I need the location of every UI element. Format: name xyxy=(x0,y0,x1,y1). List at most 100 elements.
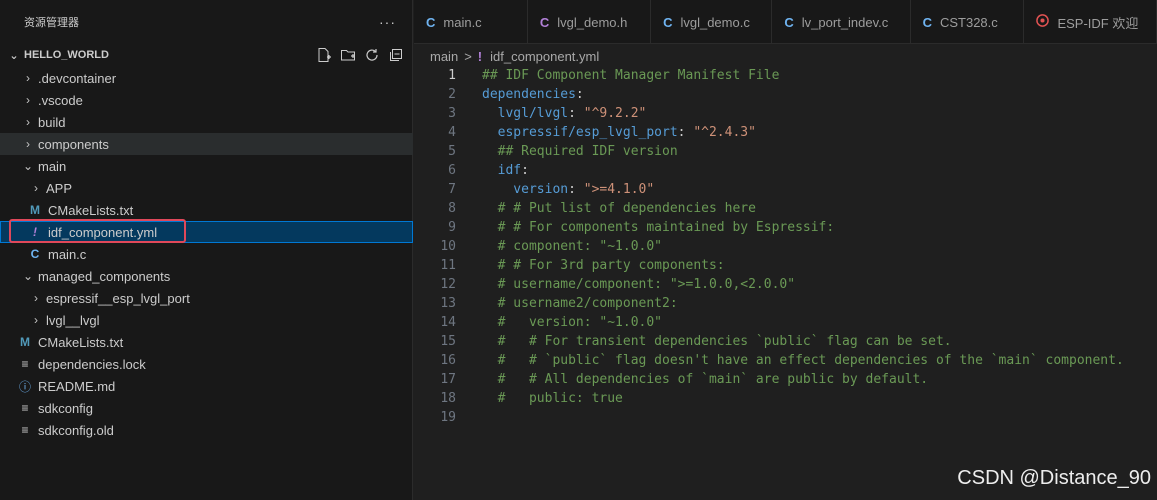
more-actions-icon[interactable]: ··· xyxy=(379,14,396,30)
c-file-icon: C xyxy=(922,14,932,30)
collapse-all-icon[interactable] xyxy=(387,46,405,64)
code-line: 3 lvgl/lvgl: "^9.2.2" xyxy=(414,104,1157,123)
code-text: # version: "~1.0.0" xyxy=(482,315,663,330)
tab-esp-idf-welcome[interactable]: ESP-IDF 欢迎 xyxy=(1024,0,1157,43)
code-line: 16 # # `public` flag doesn't have an eff… xyxy=(414,351,1157,370)
line-number: 18 xyxy=(440,391,456,406)
tab-label: CST328.c xyxy=(939,14,998,30)
line-number: 1 xyxy=(448,68,456,83)
chevron-right-icon: › xyxy=(26,137,30,151)
tree-item-components[interactable]: › components xyxy=(0,133,413,155)
chevron-right-icon: › xyxy=(26,115,30,129)
c-header-icon: C xyxy=(539,14,550,30)
line-number: 6 xyxy=(448,163,456,178)
tab-main-c[interactable]: C main.c xyxy=(414,0,528,43)
tree-item-label: .devcontainer xyxy=(38,70,117,86)
tree-item-build[interactable]: › build xyxy=(0,111,413,133)
tree-item-root-cmakelists[interactable]: M CMakeLists.txt xyxy=(0,331,413,353)
csdn-watermark: CSDN @Distance_90 xyxy=(957,467,1151,489)
code-text: espressif/esp_lvgl_port: "^2.4.3" xyxy=(482,125,756,140)
tree-item-managed-components[interactable]: ⌄ managed_components xyxy=(0,265,413,287)
tree-item-lvgl[interactable]: › lvgl__lvgl xyxy=(0,309,413,331)
tab-label: lv_port_indev.c xyxy=(801,14,889,30)
chevron-right-icon: › xyxy=(34,181,38,195)
chevron-right-icon: › xyxy=(34,291,38,305)
code-line: 10 # component: "~1.0.0" xyxy=(414,237,1157,256)
tree-item-app[interactable]: › APP xyxy=(0,177,413,199)
tree-item-label: idf_component.yml xyxy=(48,224,158,240)
tree-item-readme[interactable]: ⓘ README.md xyxy=(0,375,413,397)
new-file-icon[interactable] xyxy=(315,46,333,64)
tree-item-sdkconfig-old[interactable]: ≡ sdkconfig.old xyxy=(0,419,413,441)
line-number: 3 xyxy=(448,106,456,121)
tree-item-main[interactable]: ⌄ main xyxy=(0,155,413,177)
line-number: 9 xyxy=(448,220,456,235)
refresh-icon[interactable] xyxy=(363,46,381,64)
text-file-icon: ≡ xyxy=(21,357,29,371)
yaml-file-icon: ! xyxy=(33,225,37,239)
chevron-down-icon: ⌄ xyxy=(9,49,19,62)
tree-item-devcontainer[interactable]: › .devcontainer xyxy=(0,67,413,89)
breadcrumb-separator: > xyxy=(464,48,472,64)
code-text: # # For transient dependencies `public` … xyxy=(482,334,952,349)
tree-item-label: build xyxy=(38,114,66,130)
code-text: # # Put list of dependencies here xyxy=(482,201,756,216)
workspace-name: HELLO_WORLD xyxy=(24,49,109,61)
tree-item-idf-component-yml[interactable]: ! idf_component.yml xyxy=(0,221,413,243)
tree-item-esp-lvgl-port[interactable]: › espressif__esp_lvgl_port xyxy=(0,287,413,309)
code-line: 11 # # For 3rd party components: xyxy=(414,256,1157,275)
tree-item-label: CMakeLists.txt xyxy=(38,334,124,350)
tab-lvgl-demo-c[interactable]: C lvgl_demo.c xyxy=(651,0,773,43)
line-number: 11 xyxy=(440,258,456,273)
breadcrumb: main > ! idf_component.yml xyxy=(414,44,1157,68)
text-file-icon: ≡ xyxy=(21,423,29,437)
code-text: # # For 3rd party components: xyxy=(482,258,725,273)
tree-item-label: sdkconfig.old xyxy=(38,422,114,438)
code-line: 14 # version: "~1.0.0" xyxy=(414,313,1157,332)
tab-cst328-c[interactable]: C CST328.c xyxy=(911,0,1025,43)
code-text: ## Required IDF version xyxy=(482,144,678,159)
tree-item-dependencies-lock[interactable]: ≡ dependencies.lock xyxy=(0,353,413,375)
code-line: 1 ## IDF Component Manager Manifest File xyxy=(414,66,1157,85)
workspace-section-header[interactable]: ⌄ HELLO_WORLD xyxy=(0,44,413,66)
new-folder-icon[interactable] xyxy=(339,46,357,64)
code-line: 7 version: ">=4.1.0" xyxy=(414,180,1157,199)
breadcrumb-folder[interactable]: main xyxy=(430,49,458,64)
code-text: # username/component: ">=1.0.0,<2.0.0" xyxy=(482,277,796,292)
cmake-file-icon: M xyxy=(20,335,30,349)
tree-item-sdkconfig[interactable]: ≡ sdkconfig xyxy=(0,397,413,419)
code-text: # # All dependencies of `main` are publi… xyxy=(482,372,929,387)
line-number: 7 xyxy=(448,182,456,197)
tab-lvgl-demo-h[interactable]: C lvgl_demo.h xyxy=(528,0,652,43)
code-text: version: ">=4.1.0" xyxy=(482,182,655,197)
chevron-right-icon: › xyxy=(26,93,30,107)
line-number: 16 xyxy=(440,353,456,368)
info-icon: ⓘ xyxy=(18,379,31,394)
c-file-icon: C xyxy=(663,14,673,30)
tree-item-label: espressif__esp_lvgl_port xyxy=(46,290,190,306)
tree-item-label: managed_components xyxy=(38,268,171,284)
tree-item-label: dependencies.lock xyxy=(38,356,146,372)
tree-item-vscode[interactable]: › .vscode xyxy=(0,89,413,111)
line-number: 5 xyxy=(448,144,456,159)
code-editor[interactable]: 1 ## IDF Component Manager Manifest File … xyxy=(414,66,1157,427)
code-line: 15 # # For transient dependencies `publi… xyxy=(414,332,1157,351)
tree-item-label: CMakeLists.txt xyxy=(48,202,134,218)
line-number: 19 xyxy=(440,410,456,425)
cmake-file-icon: M xyxy=(30,203,40,217)
tab-label: ESP-IDF 欢迎 xyxy=(1057,15,1139,31)
text-file-icon: ≡ xyxy=(21,401,29,415)
code-line: 12 # username/component: ">=1.0.0,<2.0.0… xyxy=(414,275,1157,294)
code-text: lvgl/lvgl: "^9.2.2" xyxy=(482,106,647,121)
tree-item-main-c[interactable]: C main.c xyxy=(0,243,413,265)
line-number: 12 xyxy=(440,277,456,292)
tree-item-label: main xyxy=(38,158,67,174)
tree-item-main-cmakelists[interactable]: M CMakeLists.txt xyxy=(0,199,413,221)
chevron-down-icon: ⌄ xyxy=(22,269,34,283)
breadcrumb-file[interactable]: idf_component.yml xyxy=(490,49,599,64)
line-number: 17 xyxy=(440,372,456,387)
tab-label: lvgl_demo.h xyxy=(557,14,628,30)
chevron-down-icon: ⌄ xyxy=(22,159,34,173)
tab-lv-port-indev-c[interactable]: C lv_port_indev.c xyxy=(772,0,911,43)
line-number: 13 xyxy=(440,296,456,311)
